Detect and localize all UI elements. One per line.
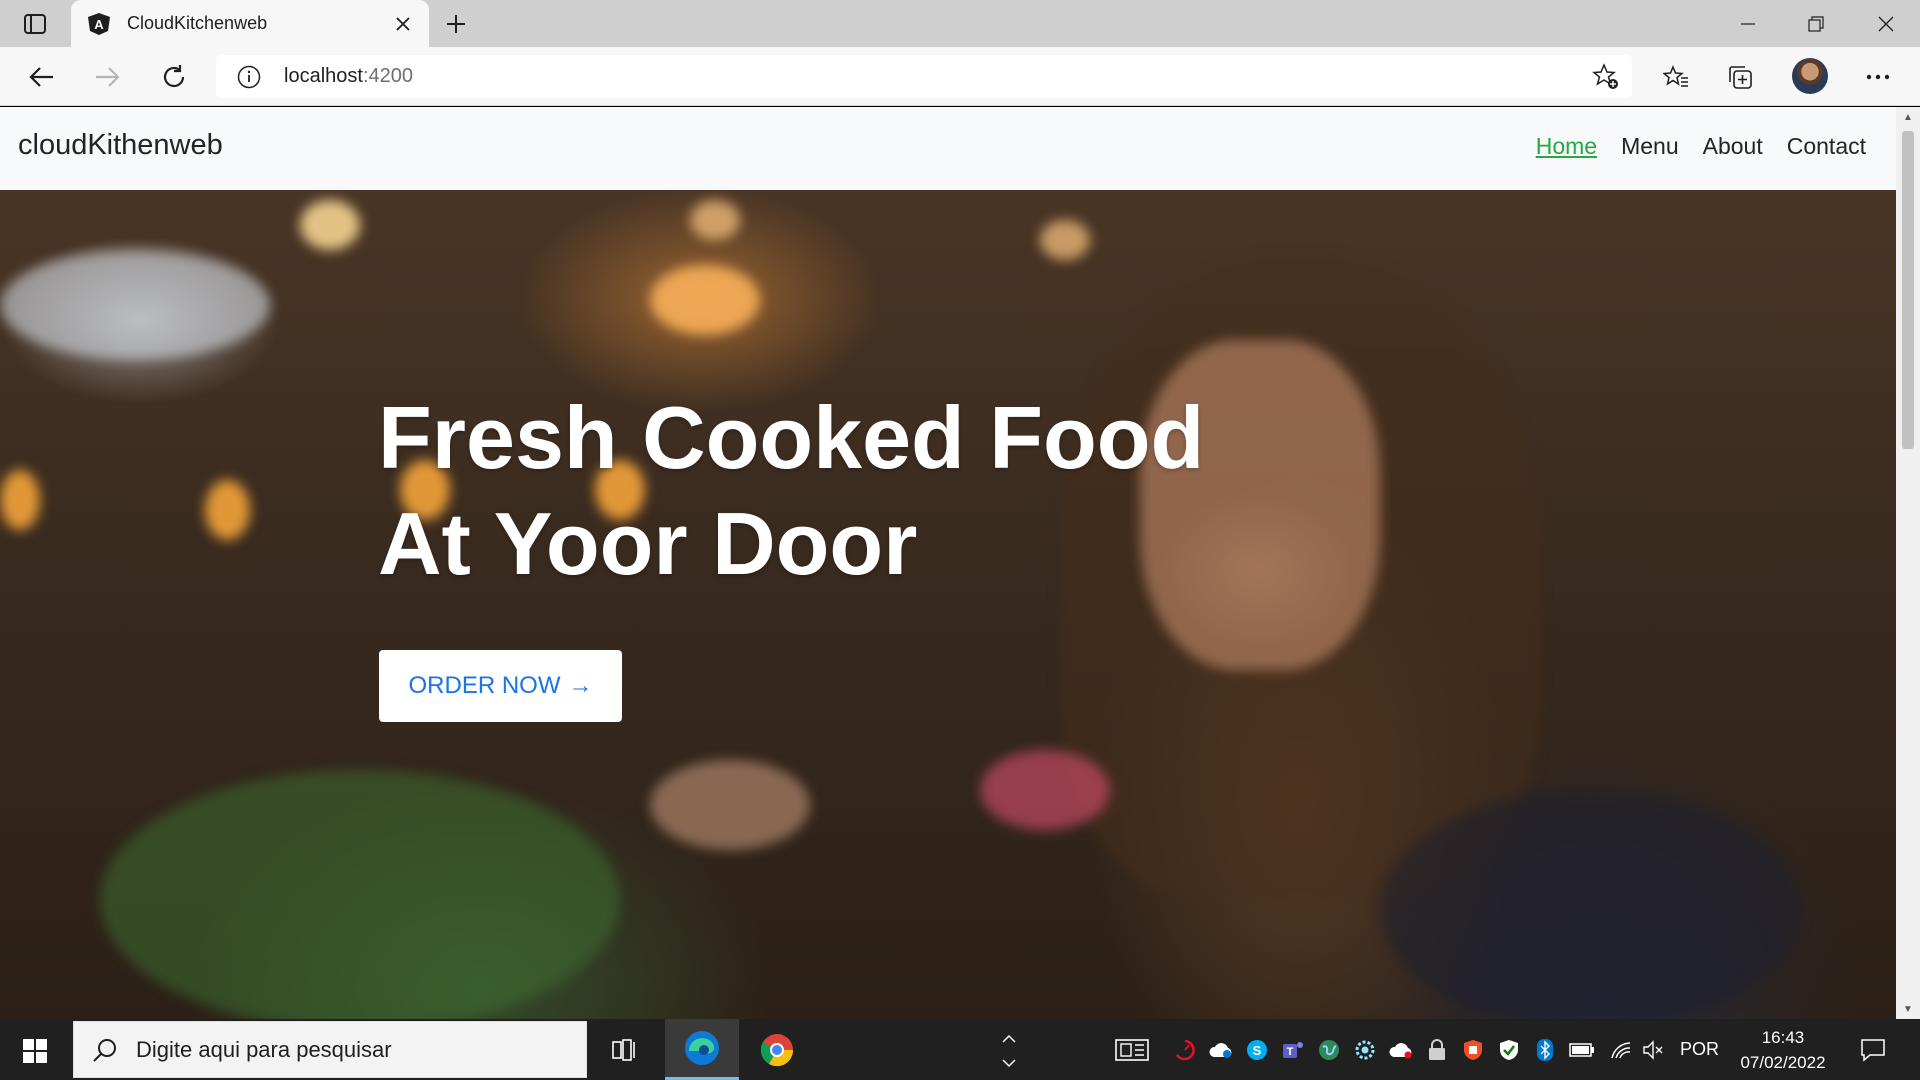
cloud-upload-icon[interactable]	[1388, 1037, 1414, 1063]
hero-section: Fresh Cooked Food At Yoor Door ORDER NOW…	[0, 190, 1896, 1019]
scroll-up-icon[interactable]: ▲	[1902, 111, 1914, 123]
tab-actions-icon[interactable]	[14, 10, 56, 38]
favorites-icon[interactable]	[1656, 57, 1696, 97]
nav-links: Home Menu About Contact	[1536, 133, 1866, 160]
battery-icon[interactable]	[1568, 1037, 1596, 1063]
scroll-down-icon[interactable]: ▼	[1902, 1003, 1914, 1015]
hero-title-line2: At Yoor Door	[378, 494, 918, 593]
svg-text:A: A	[94, 17, 104, 32]
scroll-down-arrow-icon[interactable]	[996, 1055, 1022, 1071]
globe-icon[interactable]	[1316, 1037, 1342, 1063]
angular-logo-icon: A	[87, 12, 111, 36]
edge-browser-icon[interactable]	[665, 1019, 739, 1080]
browser-tab-strip: A CloudKitchenweb	[0, 0, 1920, 47]
speedometer-icon[interactable]	[1172, 1037, 1198, 1063]
profile-avatar[interactable]	[1792, 58, 1828, 94]
volume-muted-icon[interactable]	[1640, 1037, 1666, 1063]
wifi-icon[interactable]	[1608, 1037, 1634, 1063]
taskbar-search-box[interactable]: Digite aqui para pesquisar	[73, 1021, 587, 1078]
lock-icon[interactable]	[1424, 1037, 1450, 1063]
scrollbar-thumb[interactable]	[1902, 131, 1914, 449]
nav-link-menu[interactable]: Menu	[1621, 133, 1679, 160]
svg-text:T: T	[1287, 1046, 1294, 1058]
windows-security-icon[interactable]	[1496, 1037, 1522, 1063]
site-navbar: cloudKithenweb Home Menu About Contact	[0, 107, 1896, 190]
nav-link-contact[interactable]: Contact	[1787, 133, 1866, 160]
search-icon	[88, 1033, 122, 1067]
order-now-button[interactable]: ORDER NOW →	[379, 650, 622, 722]
tab-close-icon[interactable]	[389, 10, 417, 38]
windows-start-icon[interactable]	[14, 1033, 56, 1069]
notifications-icon[interactable]	[1858, 1037, 1888, 1063]
search-placeholder: Digite aqui para pesquisar	[136, 1036, 392, 1062]
forward-icon[interactable]	[87, 57, 127, 97]
site-brand[interactable]: cloudKithenweb	[18, 129, 223, 162]
browser-toolbar: localhost:4200	[0, 47, 1920, 106]
more-options-icon[interactable]	[1858, 57, 1898, 97]
add-favorite-icon[interactable]	[1592, 63, 1620, 91]
teams-icon[interactable]: T	[1280, 1037, 1306, 1063]
hero-title: Fresh Cooked Food At Yoor Door	[378, 385, 1204, 597]
skype-icon[interactable]: S	[1244, 1037, 1270, 1063]
nav-link-about[interactable]: About	[1703, 133, 1763, 160]
url-port: :4200	[362, 65, 413, 87]
new-tab-icon[interactable]	[440, 9, 472, 39]
restore-icon[interactable]	[1782, 0, 1850, 47]
news-widget-icon[interactable]	[1114, 1037, 1150, 1063]
onedrive-sync-icon[interactable]	[1208, 1037, 1234, 1063]
back-icon[interactable]	[22, 57, 62, 97]
settings-gear-icon[interactable]	[1352, 1037, 1378, 1063]
taskbar-clock[interactable]: 16:43 07/02/2022	[1730, 1025, 1836, 1075]
scroll-up-arrow-icon[interactable]	[996, 1031, 1022, 1047]
chrome-browser-icon[interactable]	[740, 1019, 814, 1080]
windows-taskbar: Digite aqui para pesquisar S T POR 16:43…	[0, 1019, 1920, 1080]
page-scrollbar[interactable]: ▲ ▼	[1896, 107, 1920, 1019]
hero-title-line1: Fresh Cooked Food	[378, 388, 1205, 487]
clock-time: 16:43	[1761, 1028, 1805, 1047]
page-viewport: cloudKithenweb Home Menu About Contact F…	[0, 107, 1896, 1019]
order-now-label: ORDER NOW	[408, 672, 561, 699]
url-host: localhost	[284, 65, 363, 87]
url-text: localhost:4200	[284, 65, 413, 88]
address-bar[interactable]: localhost:4200	[216, 55, 1632, 98]
clock-date: 07/02/2022	[1740, 1053, 1826, 1072]
reload-icon[interactable]	[154, 57, 194, 97]
minimize-icon[interactable]	[1714, 0, 1782, 47]
svg-text:S: S	[1253, 1043, 1262, 1058]
antivirus-shield-icon[interactable]	[1460, 1037, 1486, 1063]
arrow-right-icon: →	[568, 672, 593, 699]
nav-link-home[interactable]: Home	[1536, 133, 1597, 160]
task-view-icon[interactable]	[588, 1019, 662, 1080]
collections-icon[interactable]	[1720, 57, 1760, 97]
close-window-icon[interactable]	[1852, 0, 1920, 47]
tab-title: CloudKitchenweb	[127, 13, 268, 33]
browser-tab-active[interactable]: A CloudKitchenweb	[71, 0, 429, 47]
site-info-icon[interactable]	[236, 64, 262, 90]
input-language[interactable]: POR	[1680, 1039, 1719, 1060]
bluetooth-icon[interactable]	[1532, 1037, 1558, 1063]
